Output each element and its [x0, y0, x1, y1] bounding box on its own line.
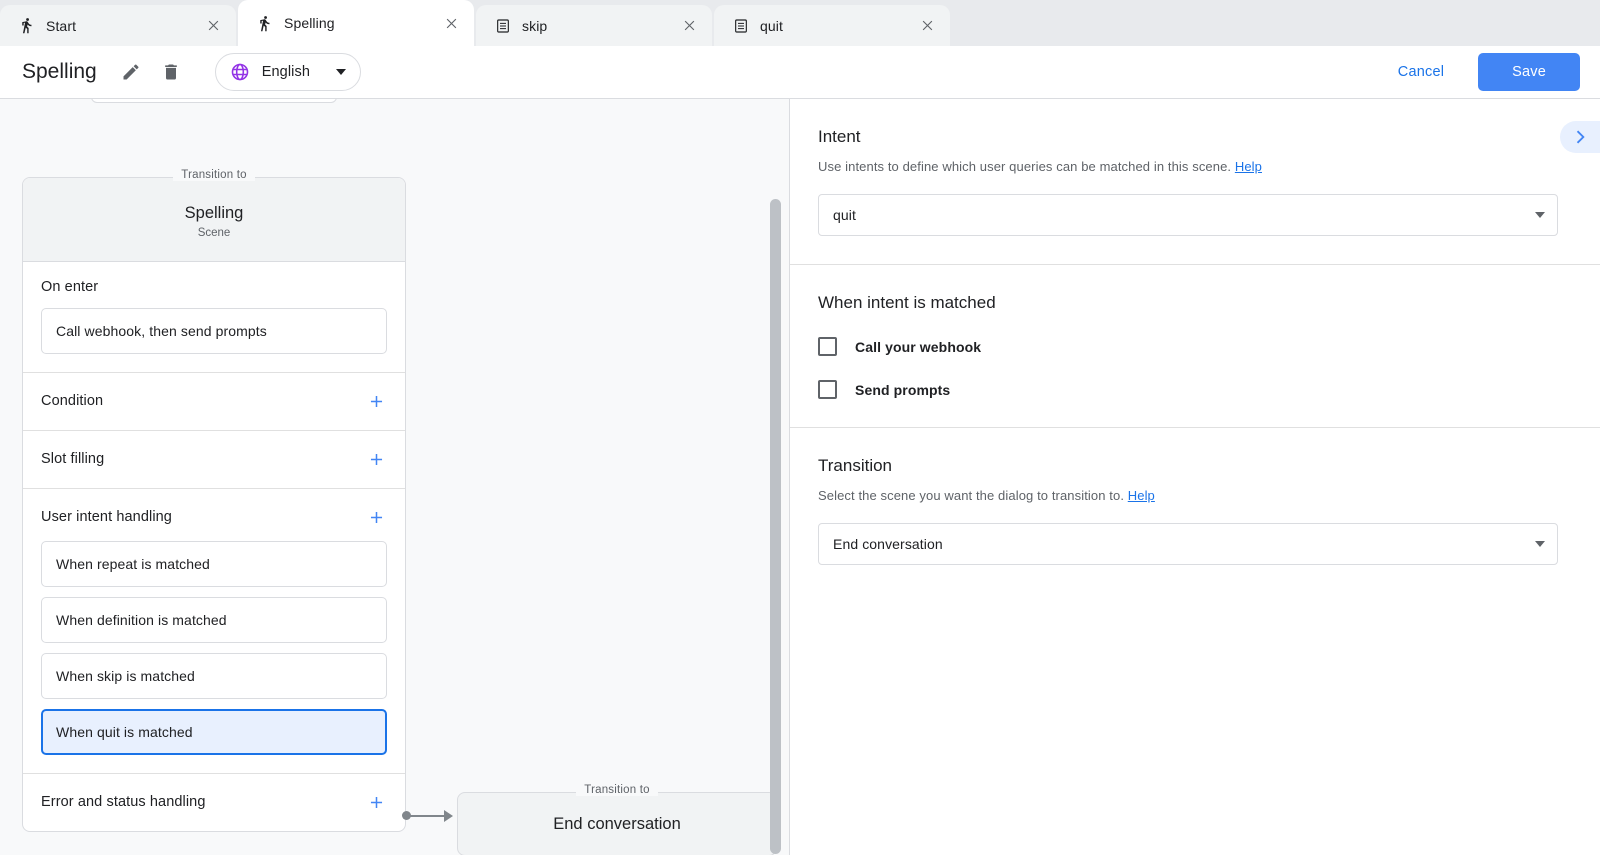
intent-handler-definition[interactable]: When definition is matched — [41, 597, 387, 643]
call-webhook-label: Call your webhook — [855, 339, 981, 355]
scene-name: Spelling — [23, 202, 405, 224]
intent-section-title: Intent — [818, 127, 1558, 147]
end-conversation-card[interactable]: Transition to End conversation — [457, 792, 777, 855]
end-card-title: End conversation — [458, 815, 776, 834]
add-intent-handler-button[interactable] — [365, 506, 387, 528]
transition-section: Transition Select the scene you want the… — [790, 428, 1600, 593]
tab-spelling[interactable]: Spelling — [238, 0, 474, 46]
intent-help-link[interactable]: Help — [1235, 159, 1262, 174]
tab-label: skip — [522, 18, 680, 34]
condition-label: Condition — [41, 393, 103, 409]
canvas-scrollbar-track[interactable] — [772, 99, 786, 855]
tab-skip[interactable]: skip — [476, 5, 712, 46]
add-slot-button[interactable] — [365, 448, 387, 470]
intent-select-value: quit — [833, 207, 1535, 223]
tab-label: Spelling — [284, 15, 442, 31]
cancel-button[interactable]: Cancel — [1382, 55, 1460, 89]
add-condition-button[interactable] — [365, 390, 387, 412]
scene-type: Scene — [23, 227, 405, 239]
slot-filling-label: Slot filling — [41, 451, 104, 467]
tab-strip: Start Spelling skip — [0, 0, 1600, 46]
intent-icon — [732, 17, 749, 34]
outgoing-edge-line — [410, 815, 448, 817]
scene-icon — [256, 15, 273, 32]
close-icon[interactable] — [204, 17, 222, 35]
globe-icon — [230, 62, 250, 82]
tab-start[interactable]: Start — [0, 5, 236, 46]
transition-help-link[interactable]: Help — [1128, 488, 1155, 503]
user-intent-handling-section: User intent handling When repeat is matc… — [23, 489, 405, 774]
slot-filling-section: Slot filling — [23, 431, 405, 489]
scene-card-header[interactable]: Spelling Scene — [23, 178, 405, 262]
tab-quit[interactable]: quit — [714, 5, 950, 46]
send-prompts-checkbox[interactable] — [818, 380, 837, 399]
call-webhook-checkbox-row[interactable]: Call your webhook — [818, 337, 1558, 356]
on-enter-label: On enter — [41, 279, 387, 295]
chevron-down-icon — [1535, 541, 1545, 547]
condition-section: Condition — [23, 373, 405, 431]
intent-handler-skip[interactable]: When skip is matched — [41, 653, 387, 699]
intent-handler-quit[interactable]: When quit is matched — [41, 709, 387, 755]
send-prompts-label: Send prompts — [855, 382, 950, 398]
send-prompts-checkbox-row[interactable]: Send prompts — [818, 380, 1558, 399]
upstream-card-stub — [91, 99, 337, 103]
details-panel: Intent Use intents to define which user … — [790, 99, 1600, 855]
intent-section-description: Use intents to define which user queries… — [818, 159, 1558, 174]
error-status-handling-label: Error and status handling — [41, 794, 206, 810]
chevron-down-icon — [336, 69, 346, 75]
transition-description-text: Select the scene you want the dialog to … — [818, 488, 1124, 503]
when-intent-matched-section: When intent is matched Call your webhook… — [790, 265, 1600, 428]
chevron-down-icon — [1535, 212, 1545, 218]
user-intent-handling-label: User intent handling — [41, 509, 172, 525]
transition-select-value: End conversation — [833, 536, 1535, 552]
intent-select[interactable]: quit — [818, 194, 1558, 236]
language-selector[interactable]: English — [215, 53, 361, 91]
scene-icon — [18, 17, 35, 34]
end-card-transition-label: Transition to — [576, 784, 657, 796]
trash-icon[interactable] — [157, 58, 185, 86]
tab-label: quit — [760, 18, 918, 34]
on-enter-section: On enter Call webhook, then send prompts — [23, 262, 405, 373]
scene-card: Transition to Spelling Scene On enter Ca… — [22, 177, 406, 832]
outgoing-edge-arrowhead — [444, 810, 453, 822]
close-icon[interactable] — [918, 17, 936, 35]
pencil-icon[interactable] — [117, 58, 145, 86]
intent-icon — [494, 17, 511, 34]
chevron-right-icon[interactable] — [1560, 121, 1600, 153]
canvas-scrollbar-thumb[interactable] — [770, 199, 781, 854]
close-icon[interactable] — [680, 17, 698, 35]
call-webhook-checkbox[interactable] — [818, 337, 837, 356]
intent-description-text: Use intents to define which user queries… — [818, 159, 1231, 174]
end-card-legend: Transition to — [458, 784, 776, 796]
save-button[interactable]: Save — [1478, 53, 1580, 91]
intent-handler-repeat[interactable]: When repeat is matched — [41, 541, 387, 587]
flow-canvas[interactable]: Transition to Spelling Scene On enter Ca… — [0, 99, 790, 855]
close-icon[interactable] — [442, 14, 460, 32]
error-status-handling-section: Error and status handling — [23, 774, 405, 831]
transition-select[interactable]: End conversation — [818, 523, 1558, 565]
transition-section-title: Transition — [818, 456, 1558, 476]
tab-label: Start — [46, 18, 204, 34]
on-enter-item[interactable]: Call webhook, then send prompts — [41, 308, 387, 354]
transition-section-description: Select the scene you want the dialog to … — [818, 488, 1558, 503]
add-error-handler-button[interactable] — [365, 791, 387, 813]
top-toolbar: Spelling English Cancel Save — [0, 46, 1600, 99]
page-title: Spelling — [22, 60, 97, 84]
intent-section: Intent Use intents to define which user … — [790, 99, 1600, 265]
language-label: English — [262, 64, 310, 80]
when-intent-matched-title: When intent is matched — [818, 293, 1558, 313]
